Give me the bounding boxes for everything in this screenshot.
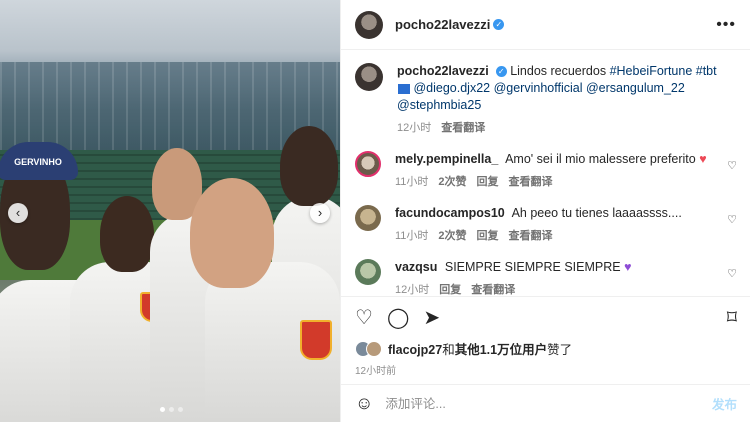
reply-button[interactable]: 回复 — [477, 174, 499, 191]
comment-item: mely.pempinella_ Amo' sei il mio malesse… — [355, 151, 737, 191]
club-badge — [300, 320, 332, 360]
flag-emoji-icon — [398, 83, 410, 94]
add-comment-bar: ☺ 发布 — [341, 384, 750, 422]
comments-list: pocho22lavezzi ✓ Lindos recuerdos #HebeiF… — [341, 51, 750, 296]
see-translation-link[interactable]: 查看翻译 — [471, 282, 515, 296]
reply-button[interactable]: 回复 — [477, 228, 499, 245]
caption-author[interactable]: pocho22lavezzi — [397, 64, 489, 78]
comment-time: 11小时 — [395, 230, 429, 242]
player-2 — [100, 196, 154, 272]
comment-item: vazqsu SIEMPRE SIEMPRE SIEMPRE ♥ 12小时 回复… — [355, 259, 737, 296]
verified-badge-icon: ✓ — [493, 19, 505, 30]
likes-summary[interactable]: flacojp27和其他1.1万位用户赞了 — [355, 339, 737, 358]
caption: pocho22lavezzi ✓ Lindos recuerdos #HebeiF… — [355, 63, 737, 137]
author-avatar[interactable] — [355, 63, 383, 91]
liker-username[interactable]: flacojp27 — [388, 343, 442, 357]
like-heart-icon[interactable]: ♡ — [355, 308, 373, 328]
share-send-icon[interactable]: ➤ — [423, 308, 440, 328]
caption-hashtags[interactable]: #HebeiFortune #tbt — [610, 64, 717, 78]
comment-item: facundocampos10 Ah peeo tu tienes laaaas… — [355, 205, 737, 245]
like-comment-icon[interactable]: ♡ — [727, 267, 737, 280]
commenter-avatar[interactable] — [355, 259, 381, 285]
carousel-dots — [160, 407, 183, 412]
caption-mentions[interactable]: @diego.djx22 @gervinhofficial @ersangulu… — [397, 81, 685, 112]
post-comment-button[interactable]: 发布 — [712, 394, 737, 413]
red-heart-emoji-icon: ♥ — [699, 152, 707, 166]
carousel-dot — [178, 407, 183, 412]
like-comment-icon[interactable]: ♡ — [727, 159, 737, 172]
bookmark-icon[interactable]: ⌑ — [727, 308, 737, 328]
comment-time: 12小时 — [395, 284, 430, 296]
post-timestamp: 12小时前 — [355, 366, 397, 377]
commenter-avatar[interactable] — [355, 205, 381, 231]
post-photo[interactable]: GERVINHO ‹ › — [0, 0, 340, 422]
comment-like-count[interactable]: 2次赞 — [438, 174, 466, 191]
comment-input[interactable] — [385, 396, 686, 411]
like-comment-icon[interactable]: ♡ — [727, 213, 737, 226]
verified-badge-icon: ✓ — [495, 66, 507, 78]
more-options-icon[interactable]: ••• — [716, 16, 736, 34]
next-photo-button[interactable]: › — [310, 203, 330, 223]
liker-avatar — [366, 340, 382, 357]
carousel-dot — [160, 407, 165, 412]
post-actions: ♡ ◯ ➤ ⌑ flacojp27和其他1.1万位用户赞了 12小时前 — [341, 296, 750, 377]
comment-text: Ah peeo tu tienes laaaassss.... — [511, 206, 682, 220]
emoji-picker-icon[interactable]: ☺ — [355, 393, 373, 414]
reply-button[interactable]: 回复 — [439, 282, 461, 296]
player-5 — [190, 178, 274, 288]
likes-suffix: 赞了 — [547, 343, 573, 357]
carousel-dot — [169, 407, 174, 412]
author-avatar[interactable] — [355, 10, 383, 39]
comment-text: SIEMPRE SIEMPRE SIEMPRE — [444, 260, 621, 274]
commenter-username[interactable]: vazqsu — [395, 260, 437, 274]
prev-photo-button[interactable]: ‹ — [8, 203, 28, 223]
comment-like-count[interactable]: 2次赞 — [438, 228, 466, 245]
comment-bubble-icon[interactable]: ◯ — [387, 308, 409, 328]
cap-text: GERVINHO — [14, 157, 62, 167]
see-translation-link[interactable]: 查看翻译 — [509, 228, 553, 245]
see-translation-link[interactable]: 查看翻译 — [509, 174, 553, 191]
caption-time: 12小时 — [397, 122, 432, 134]
likes-joiner: 和 — [442, 343, 455, 357]
author-username[interactable]: pocho22lavezzi — [395, 17, 490, 32]
commenter-username[interactable]: facundocampos10 — [395, 206, 505, 220]
comment-text: Amo' sei il mio malessere preferito — [505, 152, 696, 166]
caption-text: Lindos recuerdos — [510, 64, 607, 78]
comment-time: 11小时 — [395, 176, 429, 188]
see-translation-link[interactable]: 查看翻译 — [441, 120, 485, 137]
post-header: pocho22lavezzi ✓ ••• — [341, 0, 750, 50]
commenter-avatar[interactable] — [355, 151, 381, 177]
player-4 — [280, 126, 338, 206]
post-side-panel: pocho22lavezzi ✓ ••• pocho22lavezzi ✓ Lin… — [340, 0, 750, 422]
commenter-username[interactable]: mely.pempinella_ — [395, 152, 498, 166]
purple-heart-emoji-icon: ♥ — [624, 260, 632, 274]
player-1-cap: GERVINHO — [0, 142, 78, 180]
likes-others[interactable]: 其他1.1万位用户 — [455, 343, 547, 357]
